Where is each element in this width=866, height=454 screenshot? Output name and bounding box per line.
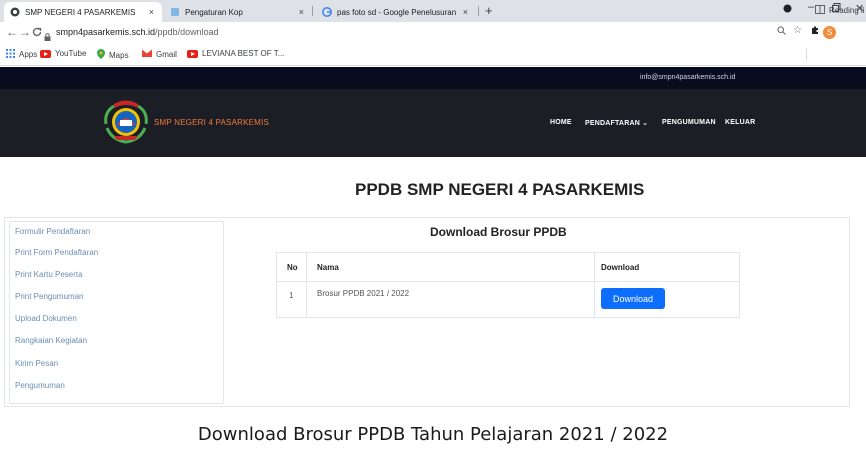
bookmark-label: YouTube bbox=[55, 49, 87, 58]
close-icon[interactable]: × bbox=[149, 7, 154, 17]
back-icon[interactable]: ← bbox=[6, 25, 18, 39]
figure-caption: Download Brosur PPDB Tahun Pelajaran 202… bbox=[197, 424, 669, 445]
table-header-download: Download bbox=[601, 263, 640, 272]
browser-tab-bar: SMP NEGERI 4 PASARKEMIS × Pengaturan Kop… bbox=[0, 0, 866, 22]
tab-smpn4[interactable]: SMP NEGERI 4 PASARKEMIS × bbox=[4, 2, 162, 22]
minimize-icon[interactable]: – bbox=[808, 1, 814, 13]
close-icon[interactable]: × bbox=[299, 7, 304, 17]
tab-divider bbox=[312, 6, 313, 16]
content-panel: Formulir Pendaftaran Print Form Pendafta… bbox=[4, 217, 850, 407]
table-divider bbox=[277, 281, 739, 282]
url-input[interactable]: smpn4pasarkemis.sch.id/ppdb/download bbox=[56, 27, 219, 37]
sidebar-menu: Formulir Pendaftaran Print Form Pendafta… bbox=[9, 221, 224, 404]
extensions-icon[interactable] bbox=[810, 25, 820, 38]
site-header: SMP NEGERI 4 PASARKEMIS HOME PENDAFTARAN… bbox=[0, 89, 866, 157]
section-title: Download Brosur PPDB bbox=[430, 225, 567, 239]
reading-list-button[interactable]: Reading li bbox=[815, 5, 865, 16]
bookmark-label: Gmail bbox=[156, 49, 177, 59]
bookmark-youtube[interactable]: YouTube bbox=[40, 49, 86, 58]
zoom-icon[interactable] bbox=[777, 26, 786, 38]
tab-title: pas foto sd - Google Penelusuran bbox=[337, 7, 457, 17]
sidebar-item-print-form-pendaftaran[interactable]: Print Form Pendaftaran bbox=[15, 248, 98, 257]
tab-google-search[interactable]: pas foto sd - Google Penelusuran × bbox=[316, 2, 476, 22]
record-icon[interactable] bbox=[783, 4, 792, 16]
bookmark-apps[interactable]: Apps bbox=[6, 49, 37, 60]
lock-icon[interactable] bbox=[44, 28, 51, 41]
table-cell-no: 1 bbox=[289, 291, 294, 300]
nav-pendaftaran[interactable]: PENDAFTARAN ⌄ bbox=[585, 119, 648, 127]
bookmark-label: Maps bbox=[109, 50, 129, 60]
profile-avatar[interactable]: S bbox=[823, 26, 836, 39]
sidebar-item-formulir-pendaftaran[interactable]: Formulir Pendaftaran bbox=[15, 227, 90, 236]
forward-icon[interactable]: → bbox=[19, 25, 31, 39]
reading-list-label: Reading li bbox=[829, 6, 865, 15]
globe-icon bbox=[10, 7, 20, 17]
sidebar-item-pengumuman[interactable]: Pengumuman bbox=[15, 381, 65, 390]
school-logo[interactable] bbox=[100, 98, 152, 146]
tab-title: SMP NEGERI 4 PASARKEMIS bbox=[25, 7, 136, 17]
download-button[interactable]: Download bbox=[601, 288, 665, 309]
nav-pendaftaran-label: PENDAFTARAN bbox=[585, 120, 640, 127]
nav-pengumuman[interactable]: PENGUMUMAN bbox=[662, 119, 716, 126]
tab-pengaturan-kop[interactable]: Pengaturan Kop × bbox=[164, 2, 312, 22]
reload-icon[interactable] bbox=[32, 26, 42, 40]
tab-title: Pengaturan Kop bbox=[185, 7, 243, 17]
chevron-down-icon: ⌄ bbox=[642, 120, 649, 127]
table-column-divider bbox=[594, 253, 595, 317]
bookmark-label: LEVIANA BEST OF T... bbox=[202, 49, 285, 58]
star-icon[interactable]: ☆ bbox=[793, 25, 802, 36]
bookmarks-divider bbox=[806, 48, 807, 61]
reading-list-icon bbox=[815, 5, 825, 16]
contact-email-link[interactable]: info@smpn4pasarkemis.sch.id bbox=[640, 74, 735, 81]
table-header-nama: Nama bbox=[317, 263, 339, 272]
bookmark-leviana[interactable]: LEVIANA BEST OF T... bbox=[187, 49, 284, 58]
nav-home[interactable]: HOME bbox=[550, 119, 572, 126]
sidebar-item-print-kartu-peserta[interactable]: Print Kartu Peserta bbox=[15, 270, 83, 279]
url-path: /ppdb/download bbox=[155, 27, 219, 37]
sidebar-item-kirim-pesan[interactable]: Kirim Pesan bbox=[15, 359, 58, 368]
sidebar-item-upload-dokumen[interactable]: Upload Dokumen bbox=[15, 314, 77, 323]
bookmark-maps[interactable]: Maps bbox=[97, 49, 129, 61]
youtube-icon bbox=[40, 49, 51, 58]
page-title: PPDB SMP NEGERI 4 PASARKEMIS bbox=[355, 180, 645, 199]
bookmark-label: Apps bbox=[19, 50, 38, 59]
google-icon bbox=[322, 7, 332, 17]
youtube-icon bbox=[187, 49, 198, 58]
table-header-no: No bbox=[287, 263, 298, 272]
download-table: No Nama Download 1 Brosur PPDB 2021 / 20… bbox=[276, 252, 740, 318]
table-cell-nama: Brosur PPDB 2021 / 2022 bbox=[317, 289, 410, 298]
close-icon[interactable]: × bbox=[463, 7, 468, 17]
bookmarks-bar: Apps YouTube Maps Gmail LEVIANA BEST OF … bbox=[0, 44, 866, 66]
maps-pin-icon bbox=[97, 49, 105, 61]
sidebar-item-print-pengumuman[interactable]: Print Pengumuman bbox=[15, 292, 83, 301]
bookmark-gmail[interactable]: Gmail bbox=[141, 48, 177, 59]
url-host: smpn4pasarkemis.sch.id bbox=[56, 27, 156, 37]
page-icon bbox=[170, 7, 180, 17]
sidebar-item-rangkaian-kegiatan[interactable]: Rangkaian Kegiatan bbox=[15, 336, 87, 345]
gmail-icon bbox=[141, 48, 153, 59]
address-bar-row: ← → smpn4pasarkemis.sch.id/ppdb/download… bbox=[0, 22, 866, 44]
nav-keluar[interactable]: KELUAR bbox=[725, 119, 755, 126]
apps-grid-icon bbox=[6, 49, 15, 60]
site-name[interactable]: SMP NEGERI 4 PASARKEMIS bbox=[154, 118, 269, 127]
table-column-divider bbox=[306, 253, 307, 317]
tab-divider bbox=[478, 6, 479, 16]
site-top-strip: info@smpn4pasarkemis.sch.id bbox=[0, 67, 866, 89]
new-tab-button[interactable]: + bbox=[485, 3, 493, 18]
